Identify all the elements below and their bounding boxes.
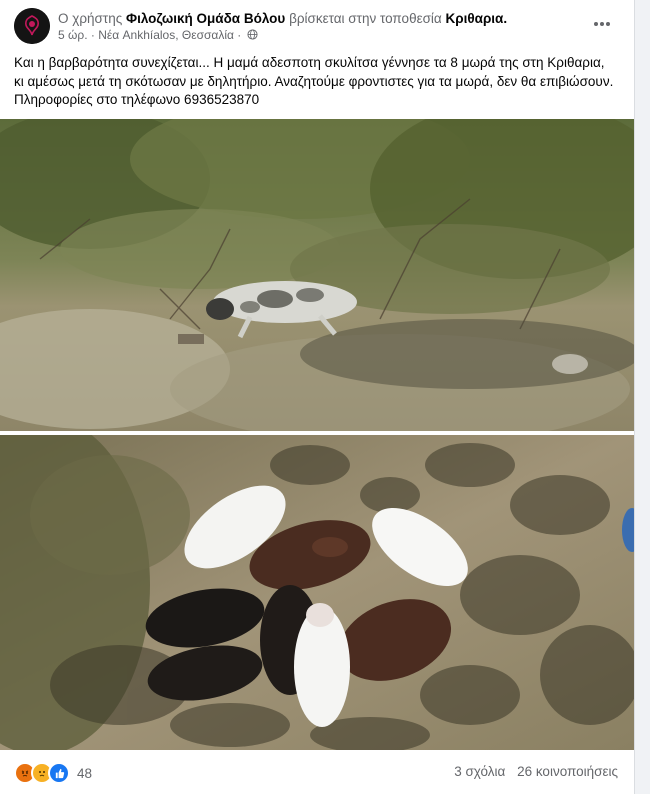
engagement-stats: 3 σχόλια 26 κοινοποιήσεις — [446, 764, 618, 779]
photo-dead-dog[interactable] — [0, 119, 634, 431]
post-footer: 48 3 σχόλια 26 κοινοποιήσεις — [14, 758, 618, 786]
post-place[interactable]: Νέα Ankhíalos, Θεσσαλία — [98, 28, 234, 42]
post-card: Ο χρήστης Φιλοζωική Ομάδα Βόλου βρίσκετα… — [0, 0, 635, 794]
author-link[interactable]: Φιλοζωική Ομάδα Βόλου — [126, 11, 285, 26]
header-middle: βρίσκεται στην τοποθεσία — [289, 11, 442, 26]
meta-separator-2: · — [237, 28, 242, 42]
page-avatar[interactable] — [14, 8, 50, 44]
ellipsis-icon — [594, 22, 610, 26]
like-icon — [48, 762, 70, 784]
photo-puppies[interactable] — [0, 435, 634, 750]
meta-separator: · — [90, 28, 95, 42]
post-text: Και η βαρβαρότητα συνεχίζεται... Η μαμά … — [14, 55, 614, 107]
location-link[interactable]: Κριθαρια. — [446, 11, 508, 26]
post-time[interactable]: 5 ώρ. — [58, 28, 88, 42]
globe-icon[interactable] — [247, 29, 258, 40]
photo-dead-dog-image — [0, 119, 634, 431]
reaction-count[interactable]: 48 — [77, 766, 92, 781]
shares-count-link[interactable]: 26 κοινοποιήσεις — [517, 764, 618, 779]
more-options-button[interactable] — [588, 10, 616, 38]
header-prefix: Ο χρήστης — [58, 11, 123, 26]
reactions-summary[interactable]: 48 — [14, 762, 92, 784]
post-meta: 5 ώρ. · Νέα Ankhíalos, Θεσσαλία · — [58, 28, 258, 42]
comments-count-link[interactable]: 3 σχόλια — [454, 764, 505, 779]
header-line: Ο χρήστης Φιλοζωική Ομάδα Βόλου βρίσκετα… — [58, 10, 507, 27]
photo-puppies-image — [0, 435, 634, 750]
post-header: Ο χρήστης Φιλοζωική Ομάδα Βόλου βρίσκετα… — [14, 8, 620, 46]
paw-logo-icon — [14, 8, 50, 44]
